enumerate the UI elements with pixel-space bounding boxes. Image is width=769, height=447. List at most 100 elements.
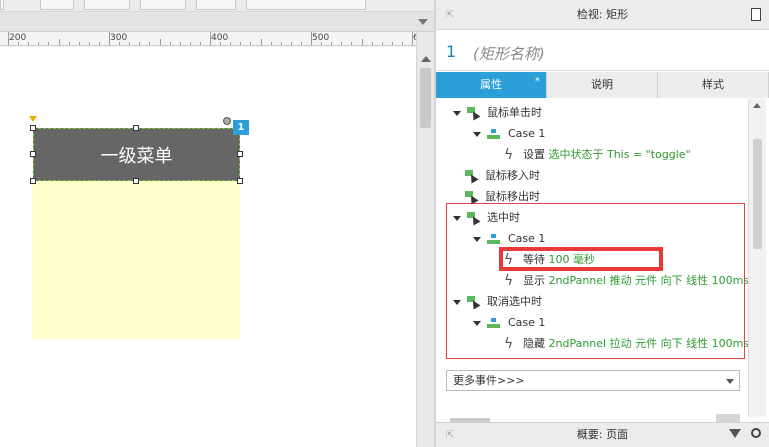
toolbar-strip xyxy=(0,0,434,12)
selected-event-group-outline xyxy=(446,203,745,359)
ruler-label: 500 xyxy=(312,33,330,43)
document-icon[interactable] xyxy=(751,8,761,21)
modified-badge: * xyxy=(535,76,540,87)
expand-arrow-icon[interactable] xyxy=(473,131,481,137)
ruler-tick xyxy=(371,42,373,45)
resize-handle[interactable] xyxy=(237,151,243,157)
ruler-label: 400 xyxy=(211,33,229,43)
ruler-tick xyxy=(381,42,383,45)
tab-style[interactable]: 样式 xyxy=(658,72,769,98)
footnote-badge[interactable]: 1 xyxy=(233,120,249,135)
ruler-label: 200 xyxy=(9,33,27,43)
page-tab-strip xyxy=(0,12,434,32)
inspector-header: ⇱ 检视: 矩形 xyxy=(436,0,769,30)
tab-properties-label: 属性 xyxy=(480,78,502,91)
ruler-tick xyxy=(331,42,333,45)
ruler-tick xyxy=(179,42,181,45)
case-label: Case 1 xyxy=(508,127,546,140)
wait-action-highlight xyxy=(499,247,663,271)
ruler-tick xyxy=(230,42,232,45)
ruler-tick xyxy=(98,42,100,45)
resize-handle[interactable] xyxy=(237,178,243,184)
anchor-marker-icon xyxy=(29,116,37,122)
ruler-tick xyxy=(159,39,161,45)
rotate-handle[interactable] xyxy=(223,117,231,125)
ruler-tick xyxy=(139,42,141,45)
widget-name-field[interactable]: (矩形名称) xyxy=(473,43,545,64)
more-events-dropdown[interactable]: 更多事件>>> xyxy=(446,370,740,391)
event-item[interactable]: 鼠标单击时 xyxy=(453,103,542,123)
event-icon xyxy=(467,107,479,119)
scroll-thumb[interactable] xyxy=(420,68,431,128)
menu-button-widget[interactable]: 一级菜单 xyxy=(33,128,240,181)
ruler-tick xyxy=(28,42,30,45)
event-icon xyxy=(465,191,477,203)
lightning-icon: ϟ xyxy=(504,147,514,163)
ruler-tick xyxy=(401,42,403,45)
ruler-tick xyxy=(149,42,151,45)
outline-panel-header: ⇱ 概要: 页面 xyxy=(436,422,769,447)
ruler-tick xyxy=(169,42,171,45)
ruler-tick xyxy=(199,42,201,45)
sub-menu-panel[interactable] xyxy=(32,181,240,339)
toolbar-fragment xyxy=(84,0,130,10)
tab-notes-label: 说明 xyxy=(591,78,613,91)
canvas-vertical-scrollbar[interactable] xyxy=(416,32,434,447)
inspector-tabs: 属性 * 说明 样式 xyxy=(436,72,769,98)
more-events-label: 更多事件>>> xyxy=(453,374,525,387)
ruler-tick xyxy=(68,42,70,45)
scroll-up-icon[interactable] xyxy=(753,103,761,108)
case-icon xyxy=(487,128,500,140)
ruler-tick xyxy=(300,42,302,45)
chevron-down-icon xyxy=(726,379,734,384)
ruler-tick xyxy=(260,39,262,45)
inspector-scrollbar[interactable] xyxy=(748,99,766,417)
case-item[interactable]: Case 1 xyxy=(473,124,545,144)
resize-handle[interactable] xyxy=(30,151,36,157)
resize-handle[interactable] xyxy=(133,125,139,131)
ruler-tick xyxy=(250,42,252,45)
ruler-tick xyxy=(38,42,40,45)
ruler-tick xyxy=(58,39,60,45)
event-item[interactable]: 鼠标移入时 xyxy=(465,166,540,186)
scroll-thumb[interactable] xyxy=(753,139,762,249)
toolbar-fragment xyxy=(140,0,186,10)
tab-properties[interactable]: 属性 * xyxy=(436,72,547,98)
event-label: 鼠标移入时 xyxy=(485,169,540,182)
toolbar-fragment xyxy=(40,0,74,10)
widget-number: 1 xyxy=(446,42,457,61)
ruler-tick xyxy=(361,39,363,45)
search-icon[interactable] xyxy=(751,428,761,438)
event-icon xyxy=(465,170,477,182)
resize-handle[interactable] xyxy=(133,178,139,184)
filter-icon[interactable] xyxy=(729,429,741,438)
ruler-tick xyxy=(270,42,272,45)
ruler-tick xyxy=(78,42,80,45)
ruler-tick xyxy=(351,42,353,45)
ruler-tick xyxy=(240,42,242,45)
ruler-tick xyxy=(129,42,131,45)
ruler-tick xyxy=(290,42,292,45)
toolbar-fragment xyxy=(246,0,366,10)
partial-button[interactable] xyxy=(716,414,740,422)
ruler-tick xyxy=(88,42,90,45)
inspector-title: 检视: 矩形 xyxy=(576,8,629,21)
outline-panel-title: 概要: 页面 xyxy=(576,428,629,441)
widget-name-row: 1 (矩形名称) xyxy=(436,31,769,71)
scroll-up-icon[interactable] xyxy=(421,56,431,62)
action-detail: 选中状态于 This = "toggle" xyxy=(548,148,691,161)
menu-button-label: 一级菜单 xyxy=(100,145,173,167)
action-item[interactable]: ϟ 设置 选中状态于 This = "toggle" xyxy=(504,145,691,165)
tab-dropdown-icon[interactable] xyxy=(418,19,428,25)
event-label: 鼠标单击时 xyxy=(487,106,542,119)
tab-notes[interactable]: 说明 xyxy=(547,72,658,98)
resize-handle[interactable] xyxy=(30,125,36,131)
tab-style-label: 样式 xyxy=(702,78,724,91)
resize-handle[interactable] xyxy=(30,178,36,184)
expand-arrow-icon[interactable] xyxy=(453,110,461,116)
ruler-tick xyxy=(341,42,343,45)
toolbar-fragment xyxy=(0,0,4,10)
ruler-tick xyxy=(391,42,393,45)
ruler-tick xyxy=(280,42,282,45)
toolbar-fragment xyxy=(196,0,236,10)
